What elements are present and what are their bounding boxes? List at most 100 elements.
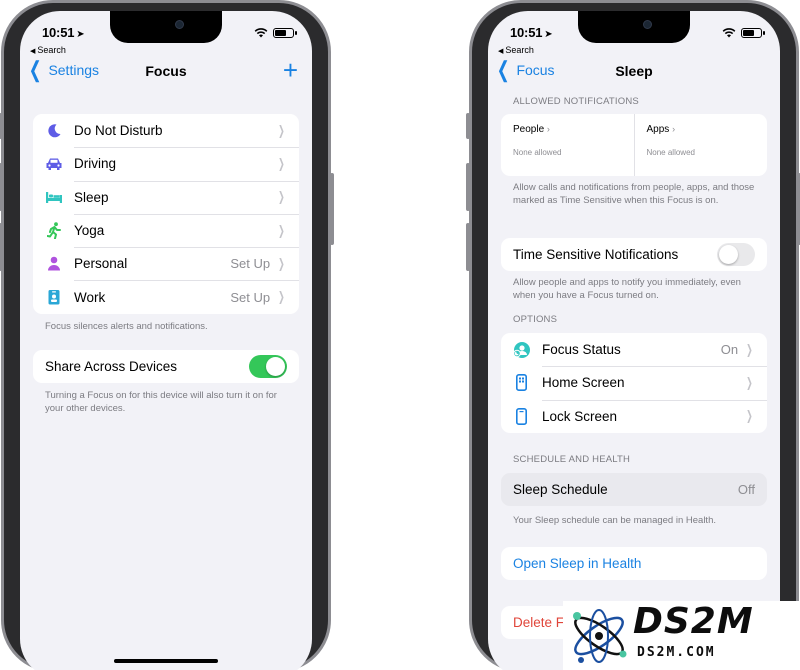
add-focus-button[interactable]: + <box>283 57 298 83</box>
sleep-schedule-label: Sleep Schedule <box>513 482 608 498</box>
option-row-home-screen[interactable]: Home Screen ❯ <box>501 366 767 399</box>
people-sub: None allowed <box>513 148 562 157</box>
status-bar: 10:51 ➤ ◀ Search <box>30 23 297 55</box>
apps-sub: None allowed <box>646 148 695 157</box>
sleep-schedule-value: Off <box>737 482 755 498</box>
option-row-focus-status[interactable]: Focus Status On ❯ <box>501 333 767 366</box>
chevron-right-icon: ❯ <box>278 122 285 138</box>
chevron-right-icon: ❯ <box>746 374 753 390</box>
chevron-right-icon: › <box>546 124 550 134</box>
options-list: Focus Status On ❯ Home Screen ❯ Lock Scr… <box>501 333 767 433</box>
focus-row-personal[interactable]: Personal Set Up ❯ <box>33 247 299 280</box>
home-indicator[interactable] <box>114 659 218 663</box>
status-time: 10:51 ➤ <box>42 25 85 40</box>
row-value: Set Up <box>230 256 271 272</box>
time-sensitive-row: Time Sensitive Notifications <box>501 238 767 271</box>
people-label: People <box>513 124 545 135</box>
left-screen: 10:51 ➤ ◀ Search ❮ Settings Focus + Do Not … <box>20 11 312 670</box>
running-icon <box>33 222 74 240</box>
row-label: Focus Status <box>542 342 621 358</box>
badge-icon <box>33 289 74 305</box>
row-label: Personal <box>74 256 128 272</box>
home-screen-icon <box>501 374 542 392</box>
volume-down-button <box>466 223 470 271</box>
left-phone-frame: 10:51 ➤ ◀ Search ❮ Settings Focus + Do Not … <box>0 0 334 670</box>
bed-icon <box>33 191 74 204</box>
chevron-right-icon: ❯ <box>746 341 753 357</box>
option-row-lock-screen[interactable]: Lock Screen ❯ <box>501 399 767 433</box>
focus-row-do-not-disturb[interactable]: Do Not Disturb ❯ <box>33 114 299 147</box>
right-phone-frame: 10:51 ➤ ◀ Search ❮ Focus Sleep ALLOWED NOTI… <box>466 0 800 670</box>
nav-bar: ❮ Settings Focus + <box>20 57 312 83</box>
modes-footer: Focus silences alerts and notifications. <box>45 321 208 332</box>
focus-modes-list: Do Not Disturb ❯ Driving ❯ Sleep ❯ Yoga <box>33 114 299 314</box>
share-across-devices-toggle[interactable] <box>249 355 287 379</box>
wifi-icon <box>254 28 268 38</box>
page-title: Focus <box>145 63 187 79</box>
focus-row-yoga[interactable]: Yoga ❯ <box>33 213 299 247</box>
row-label: Yoga <box>74 223 105 239</box>
right-screen: 10:51 ➤ ◀ Search ❮ Focus Sleep ALLOWED NOTI… <box>488 11 780 670</box>
chevron-right-icon: ❯ <box>746 408 753 424</box>
status-time: 10:51 ➤ <box>510 25 553 40</box>
sleep-schedule-row[interactable]: Sleep Schedule Off <box>501 473 767 506</box>
row-label: Sleep <box>74 189 109 205</box>
row-label: Work <box>74 289 106 305</box>
focus-row-work[interactable]: Work Set Up ❯ <box>33 280 299 313</box>
location-arrow-icon: ➤ <box>76 29 85 40</box>
moon-icon <box>33 123 74 139</box>
chevron-right-icon: ❯ <box>278 289 285 305</box>
row-label: Home Screen <box>542 375 625 391</box>
schedule-group: Sleep Schedule Off <box>501 473 767 507</box>
row-label: Do Not Disturb <box>74 123 163 139</box>
volume-down-button <box>0 223 2 271</box>
car-icon <box>33 157 74 171</box>
chevron-right-icon: ❯ <box>278 222 285 238</box>
watermark-title: DS2M <box>633 601 754 642</box>
chevron-right-icon: ❯ <box>278 255 285 271</box>
row-label: Lock Screen <box>542 408 618 424</box>
open-health-label: Open Sleep in Health <box>513 556 642 572</box>
time-sensitive-group: Time Sensitive Notifications <box>501 238 767 272</box>
share-label: Share Across Devices <box>45 359 178 375</box>
watermark-subtitle: DS2M.COM <box>637 645 716 660</box>
mute-switch <box>0 113 2 139</box>
time-text: 10:51 <box>510 25 543 40</box>
chevron-right-icon: ❯ <box>278 189 285 205</box>
allowed-footer: Allow calls and notifications from peopl… <box>513 182 755 206</box>
time-sensitive-toggle[interactable] <box>717 243 755 267</box>
person-icon <box>33 256 74 271</box>
location-arrow-icon: ➤ <box>544 29 553 40</box>
focus-row-sleep[interactable]: Sleep ❯ <box>33 180 299 214</box>
focus-status-icon <box>501 341 542 359</box>
focus-row-driving[interactable]: Driving ❯ <box>33 147 299 180</box>
allowed-notifications-header: ALLOWED NOTIFICATIONS <box>513 96 639 107</box>
toggle-knob <box>266 357 285 377</box>
back-to-app[interactable]: ◀ Search <box>30 45 66 55</box>
time-sensitive-label: Time Sensitive Notifications <box>513 247 679 263</box>
battery-icon <box>273 27 297 38</box>
apps-cell[interactable]: Apps › None allowed <box>633 114 768 176</box>
status-icons <box>254 27 297 38</box>
share-row: Share Across Devices <box>33 350 299 383</box>
status-bar: 10:51 ➤ ◀ Search <box>498 23 765 55</box>
back-to-app[interactable]: ◀ Search <box>498 45 534 55</box>
row-value: Set Up <box>230 289 271 305</box>
people-cell[interactable]: People › None allowed <box>501 114 634 176</box>
back-app-label: Search <box>37 45 66 55</box>
chevron-right-icon: › <box>672 124 676 134</box>
page-title: Sleep <box>615 63 653 79</box>
back-triangle-icon: ◀ <box>30 48 36 55</box>
apps-label: Apps <box>646 124 670 135</box>
side-button <box>330 173 334 245</box>
share-footer: Turning a Focus on for this device will … <box>45 390 277 414</box>
back-triangle-icon: ◀ <box>498 48 504 55</box>
mute-switch <box>466 113 470 139</box>
open-sleep-in-health-button[interactable]: Open Sleep in Health <box>501 547 767 580</box>
time-sensitive-footer: Allow people and apps to notify you imme… <box>513 277 741 301</box>
toggle-knob <box>719 245 738 265</box>
schedule-health-header: SCHEDULE AND HEALTH <box>513 454 631 465</box>
chevron-right-icon: ❯ <box>278 155 285 171</box>
row-value: On <box>720 342 739 358</box>
lock-screen-icon <box>501 407 542 425</box>
